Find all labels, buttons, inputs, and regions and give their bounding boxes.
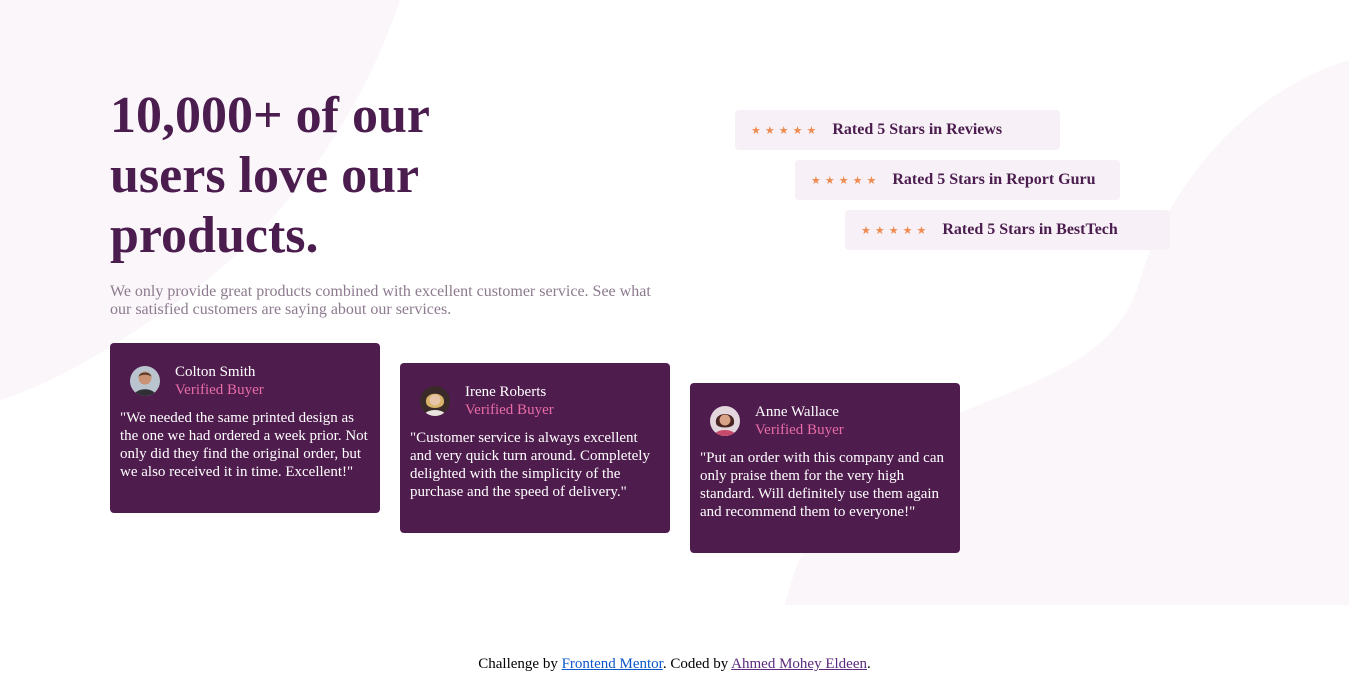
author-link[interactable]: Ahmed Mohey Eldeen (731, 656, 867, 672)
star-icon: ★ (916, 223, 927, 237)
star-rating: ★ ★ ★ ★ ★ (751, 125, 816, 136)
rating-report-guru: ★ ★ ★ ★ ★ Rated 5 Stars in Report Guru (795, 160, 1120, 200)
attribution-suffix: . (866, 656, 871, 672)
page: 10,000+ of our users love our products. … (0, 0, 1349, 694)
star-icon: ★ (888, 223, 899, 237)
testimonial-card: Irene Roberts Verified Buyer "Customer s… (400, 363, 670, 533)
star-rating: ★ ★ ★ ★ ★ (811, 175, 876, 186)
verified-badge: Verified Buyer (175, 382, 264, 398)
author-name: Colton Smith (175, 364, 256, 380)
star-icon: ★ (811, 173, 821, 187)
star-icon: ★ (861, 223, 871, 237)
star-icon: ★ (866, 173, 877, 187)
avatar (710, 406, 740, 436)
star-icon: ★ (751, 123, 761, 137)
star-icon: ★ (806, 123, 817, 137)
attribution: Challenge by Frontend Mentor. Coded by A… (0, 656, 1349, 673)
testimonial-quote: "We needed the same printed design as th… (120, 410, 368, 480)
hero-description: We only provide great products combined … (110, 283, 651, 318)
avatar (420, 386, 450, 416)
author-name: Irene Roberts (465, 384, 547, 400)
testimonial-card: Anne Wallace Verified Buyer "Put an orde… (690, 383, 960, 553)
testimonial-header: Colton Smith Verified Buyer (120, 363, 370, 399)
testimonial-quote: "Customer service is always excellent an… (410, 430, 650, 500)
star-icon: ★ (852, 173, 863, 187)
rating-label: Rated 5 Stars in Reviews (832, 121, 1003, 138)
verified-badge: Verified Buyer (755, 422, 844, 438)
star-icon: ★ (764, 123, 775, 137)
star-icon: ★ (874, 223, 885, 237)
avatar (130, 366, 160, 396)
testimonial-quote: "Put an order with this company and can … (700, 450, 944, 520)
star-icon: ★ (838, 173, 849, 187)
testimonial-author: Irene Roberts Verified Buyer (465, 383, 554, 419)
star-rating: ★ ★ ★ ★ ★ (861, 225, 926, 236)
attribution-middle: . Coded by (662, 656, 732, 672)
star-icon: ★ (778, 123, 789, 137)
rating-besttech: ★ ★ ★ ★ ★ Rated 5 Stars in BestTech (845, 210, 1170, 250)
testimonial-author: Anne Wallace Verified Buyer (755, 403, 844, 439)
testimonial-header: Irene Roberts Verified Buyer (410, 383, 660, 419)
attribution-prefix: Challenge by (478, 656, 562, 672)
rating-reviews: ★ ★ ★ ★ ★ Rated 5 Stars in Reviews (735, 110, 1060, 150)
testimonial-card: Colton Smith Verified Buyer "We needed t… (110, 343, 380, 513)
hero-title: 10,000+ of our users love our products. (110, 87, 430, 264)
star-icon: ★ (902, 223, 913, 237)
verified-badge: Verified Buyer (465, 402, 554, 418)
star-icon: ★ (824, 173, 835, 187)
star-icon: ★ (792, 123, 803, 137)
testimonial-header: Anne Wallace Verified Buyer (700, 403, 950, 439)
frontend-mentor-link[interactable]: Frontend Mentor (562, 656, 663, 672)
testimonial-author: Colton Smith Verified Buyer (175, 363, 264, 399)
rating-label: Rated 5 Stars in BestTech (942, 221, 1118, 238)
rating-label: Rated 5 Stars in Report Guru (892, 171, 1096, 188)
author-name: Anne Wallace (755, 404, 839, 420)
